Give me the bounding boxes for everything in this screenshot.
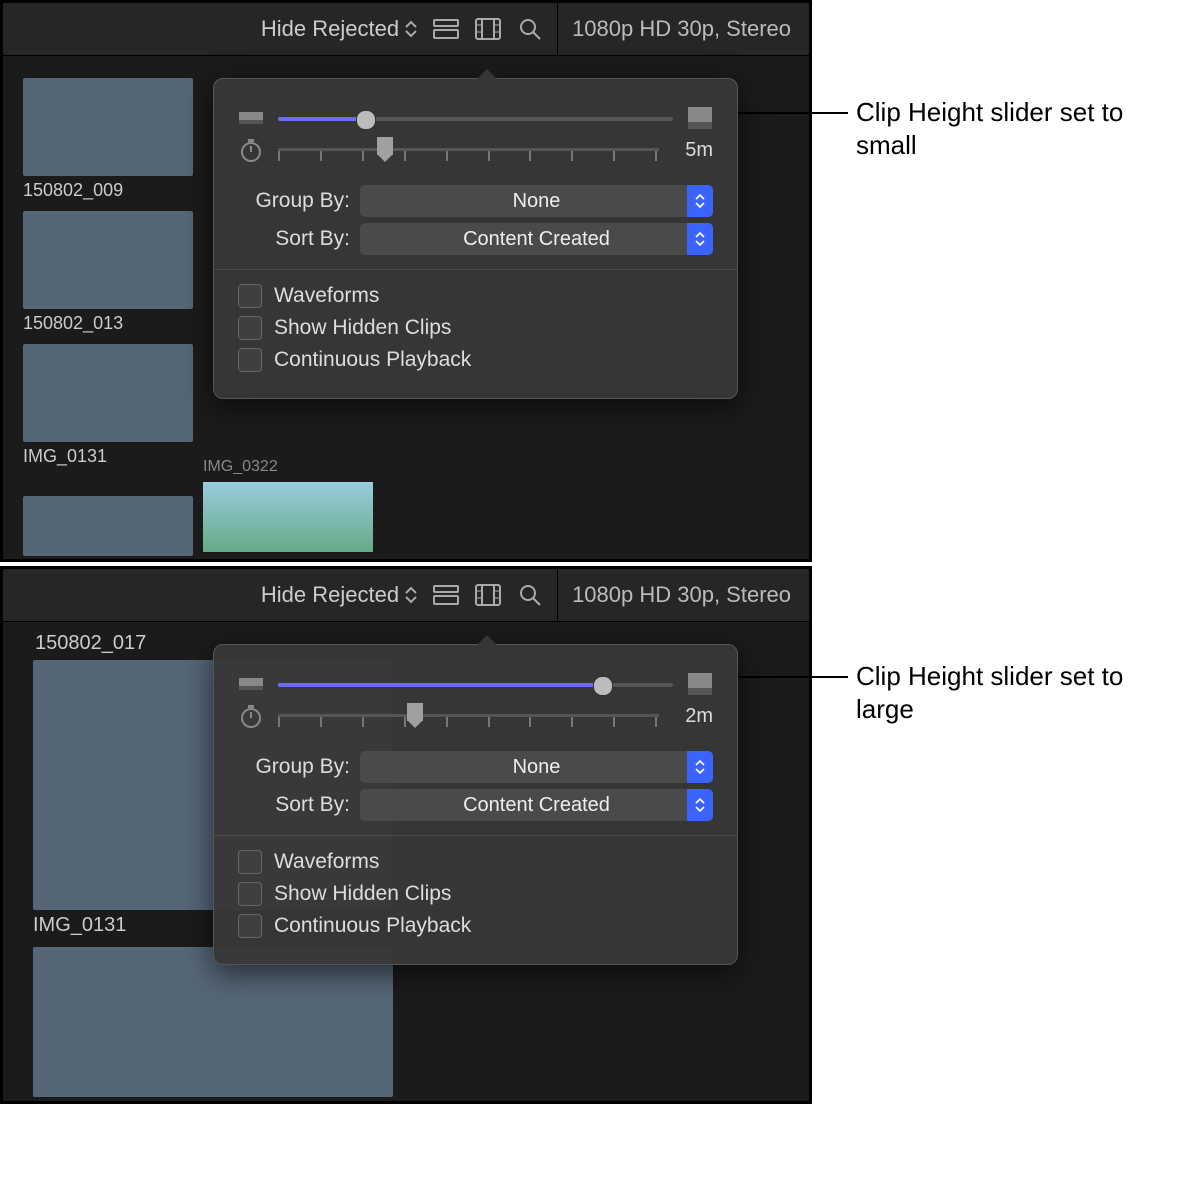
clip-height-row (238, 107, 713, 129)
updown-icon (405, 586, 417, 604)
waveforms-label: Waveforms (274, 850, 379, 874)
clip-height-slider[interactable] (278, 108, 673, 128)
zoom-value-label: 5m (673, 139, 713, 162)
waveforms-checkbox-row[interactable]: Waveforms (238, 850, 713, 874)
browser-area: 150802_017 IMG_0131 (3, 624, 809, 1101)
checkbox-icon (238, 850, 262, 874)
zoom-value-label: 2m (673, 705, 713, 728)
clip-appearance-icon[interactable] (471, 12, 505, 46)
sort-by-value: Content Created (463, 794, 610, 817)
clip-thumbnail[interactable] (23, 496, 193, 556)
toolbar-divider (557, 3, 558, 55)
continuous-playback-checkbox-row[interactable]: Continuous Playback (238, 348, 713, 372)
clip-height-row (238, 673, 713, 695)
updown-icon (405, 20, 417, 38)
small-filmstrip-icon (238, 107, 264, 129)
sort-by-label: Sort By: (238, 793, 350, 817)
checkbox-icon (238, 284, 262, 308)
waveforms-checkbox-row[interactable]: Waveforms (238, 284, 713, 308)
clip-filter-popup[interactable]: Hide Rejected (253, 578, 425, 612)
clip-filter-label: Hide Rejected (261, 16, 399, 42)
search-icon[interactable] (513, 12, 547, 46)
zoom-row: 5m (238, 137, 713, 163)
clip-appearance-popover: 2m Group By: None Sort By: Content C (213, 644, 738, 965)
clip-filter-label: Hide Rejected (261, 582, 399, 608)
clip-name-label: IMG_0131 (23, 446, 193, 467)
select-arrows-icon (687, 185, 713, 217)
small-filmstrip-icon (238, 673, 264, 695)
large-filmstrip-icon (687, 107, 713, 129)
checkbox-icon (238, 914, 262, 938)
clip-height-slider[interactable] (278, 674, 673, 694)
zoom-slider[interactable] (278, 703, 659, 729)
checkbox-icon (238, 882, 262, 906)
list-view-icon[interactable] (429, 12, 463, 46)
annotation-leader-line (738, 112, 848, 114)
continuous-playback-label: Continuous Playback (274, 348, 471, 372)
clip-name-label: 150802_013 (23, 313, 193, 334)
checkbox-icon (238, 348, 262, 372)
stopwatch-icon (238, 705, 264, 727)
clip-thumbnail[interactable]: 150802_009 (23, 78, 193, 201)
show-hidden-label: Show Hidden Clips (274, 882, 451, 906)
waveforms-label: Waveforms (274, 284, 379, 308)
search-icon[interactable] (513, 578, 547, 612)
project-format-label: 1080p HD 30p, Stereo (564, 16, 799, 42)
clip-name-label: 150802_009 (23, 180, 193, 201)
clip-appearance-icon[interactable] (471, 578, 505, 612)
group-by-label: Group By: (238, 189, 350, 213)
group-by-select[interactable]: None (360, 751, 713, 783)
group-by-value: None (513, 756, 561, 779)
show-hidden-checkbox-row[interactable]: Show Hidden Clips (238, 316, 713, 340)
clip-filter-popup[interactable]: Hide Rejected (253, 12, 425, 46)
continuous-playback-label: Continuous Playback (274, 914, 471, 938)
checkbox-icon (238, 316, 262, 340)
zoom-row: 2m (238, 703, 713, 729)
clip-thumbnail[interactable]: IMG_0131 (23, 344, 193, 467)
sort-by-select[interactable]: Content Created (360, 789, 713, 821)
group-by-value: None (513, 190, 561, 213)
toolbar: Hide Rejected 1080p HD 30p, Stereo (3, 569, 809, 622)
sort-by-label: Sort By: (238, 227, 350, 251)
toolbar-divider (557, 569, 558, 621)
project-format-label: 1080p HD 30p, Stereo (564, 582, 799, 608)
group-by-label: Group By: (238, 755, 350, 779)
show-hidden-label: Show Hidden Clips (274, 316, 451, 340)
select-arrows-icon (687, 751, 713, 783)
clip-name-label: IMG_0322 (203, 458, 373, 476)
sort-by-value: Content Created (463, 228, 610, 251)
select-arrows-icon (687, 789, 713, 821)
annotation-leader-line (738, 676, 848, 678)
zoom-slider[interactable] (278, 137, 659, 163)
clip-thumbnail[interactable] (33, 947, 393, 1097)
select-arrows-icon (687, 223, 713, 255)
screenshot-large: Hide Rejected 1080p HD 30p, Stereo 15080… (0, 566, 812, 1104)
continuous-playback-checkbox-row[interactable]: Continuous Playback (238, 914, 713, 938)
annotation-text: Clip Height slider set to small (856, 96, 1166, 161)
browser-area: 150802_009 150802_013 IMG_0131 IMG_0322 (3, 58, 809, 559)
stopwatch-icon (238, 139, 264, 161)
popover-pointer (477, 69, 497, 79)
sort-by-select[interactable]: Content Created (360, 223, 713, 255)
screenshot-small: Hide Rejected 1080p HD 30p, Stereo (0, 0, 812, 562)
annotation-text: Clip Height slider set to large (856, 660, 1166, 725)
clip-appearance-popover: 5m Group By: None Sort By: Content C (213, 78, 738, 399)
clip-thumbnail[interactable]: 150802_013 (23, 211, 193, 334)
list-view-icon[interactable] (429, 578, 463, 612)
show-hidden-checkbox-row[interactable]: Show Hidden Clips (238, 882, 713, 906)
large-filmstrip-icon (687, 673, 713, 695)
popover-pointer (477, 635, 497, 645)
toolbar: Hide Rejected 1080p HD 30p, Stereo (3, 3, 809, 56)
clip-thumbnail[interactable]: IMG_0322 (203, 458, 373, 552)
group-by-select[interactable]: None (360, 185, 713, 217)
